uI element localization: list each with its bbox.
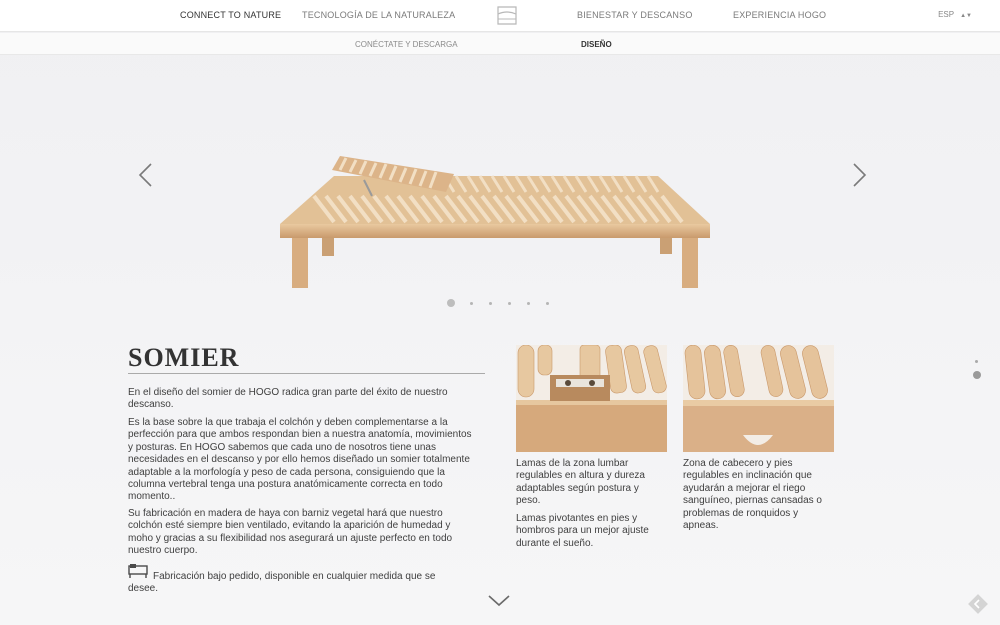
back-arrow-badge-icon[interactable] — [968, 594, 988, 614]
slider-dot[interactable] — [546, 302, 549, 305]
nav-item-tecnologia[interactable]: TECNOLOGÍA DE LA NATURALEZA — [302, 10, 455, 20]
slider-dot[interactable] — [489, 302, 492, 305]
slider-dot-active[interactable] — [447, 299, 455, 307]
material-paragraph: Su fabricación en madera de haya con bar… — [128, 508, 453, 557]
nav-item-bienestar[interactable]: BIENESTAR Y DESCANSO — [577, 10, 693, 20]
pivot-caption: Lamas pivotantes en pies y hombros para … — [516, 513, 649, 549]
bed-frame-logo-icon[interactable] — [495, 5, 519, 26]
page-title: SOMIER — [128, 343, 240, 372]
language-selector[interactable]: ESP ▲▼ — [938, 10, 972, 19]
subnav-item-diseno[interactable]: DISEÑO — [581, 40, 612, 49]
title-divider — [128, 373, 485, 374]
slatted-bed-base-image — [280, 156, 710, 288]
description-paragraph: Es la base sobre la que trabaja el colch… — [128, 417, 472, 503]
slider-next-button[interactable] — [850, 162, 868, 188]
slider-dot[interactable] — [527, 302, 530, 305]
chevron-right-icon — [853, 163, 867, 187]
language-label: ESP — [938, 10, 955, 19]
section-dot[interactable] — [975, 360, 978, 363]
feature-text: Fabricación bajo pedido, disponible en c… — [128, 571, 436, 595]
section-dot-active[interactable] — [973, 371, 981, 379]
headboard-caption: Zona de cabecero y pies regulables en in… — [683, 458, 822, 532]
slider-dot[interactable] — [508, 302, 511, 305]
sort-caret-icon: ▲▼ — [960, 13, 972, 19]
lumbar-slats-image — [516, 345, 667, 452]
chevron-down-icon[interactable] — [487, 592, 511, 608]
intro-paragraph: En el diseño del somier de HOGO radica g… — [128, 387, 448, 411]
nav-item-experiencia[interactable]: EXPERIENCIA HOGO — [733, 10, 826, 20]
slider-prev-button[interactable] — [137, 162, 155, 188]
chevron-left-icon — [138, 163, 152, 187]
nav-item-connect-to-nature[interactable]: CONNECT TO NATURE — [180, 10, 281, 20]
top-navigation: CONNECT TO NATURE TECNOLOGÍA DE LA NATUR… — [0, 0, 1000, 32]
slider-dot[interactable] — [470, 302, 473, 305]
lumbar-caption: Lamas de la zona lumbar regulables en al… — [516, 458, 645, 507]
sub-navigation: CONÉCTATE Y DESCARGA DISEÑO — [0, 33, 1000, 55]
headboard-slats-image — [683, 345, 834, 452]
subnav-item-conectate[interactable]: CONÉCTATE Y DESCARGA — [355, 40, 458, 49]
